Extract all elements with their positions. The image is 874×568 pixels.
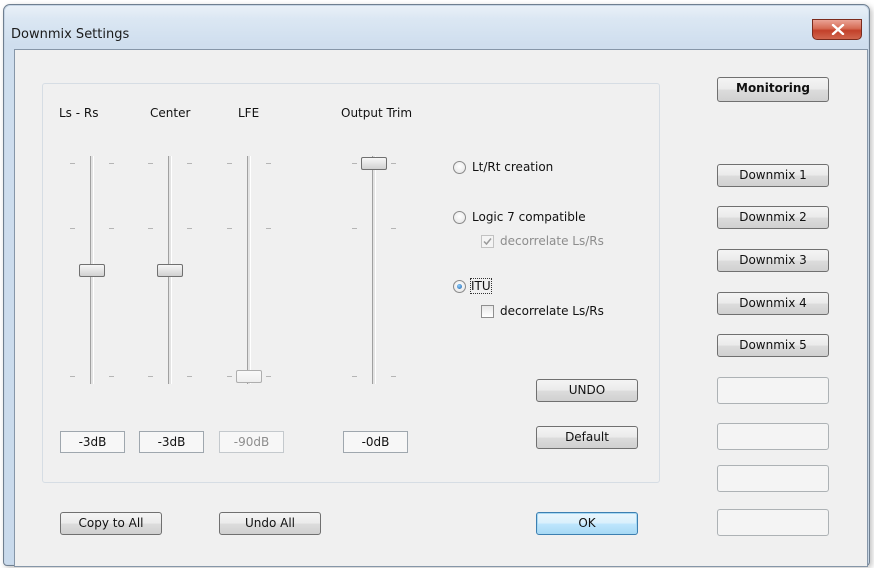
copy-to-all-button[interactable]: Copy to All [60,512,162,535]
itu-radio[interactable] [453,280,466,293]
lfe-slider-tick [227,376,232,377]
checkmark-icon [483,238,492,246]
center-slider-tick [187,376,192,377]
ls-rs-slider-tick [70,228,75,229]
output-trim-slider-thumb[interactable] [361,157,387,170]
output-trim-slider-tick [352,228,357,229]
preset-button-2[interactable]: Downmix 2 [717,206,829,229]
close-x-icon [831,24,845,35]
ls-rs-slider-tick [109,163,114,164]
logic7-label: Logic 7 compatible [472,210,586,224]
lt-rt-label: Lt/Rt creation [472,160,554,174]
slider-label-ls-rs: Ls - Rs [59,106,99,120]
settings-group [42,83,660,483]
center-slider-tick [148,228,153,229]
logic7-decorrelate-checkbox[interactable] [481,235,494,248]
preset-button-4[interactable]: Downmix 4 [717,292,829,315]
ls-rs-slider-tick [109,228,114,229]
ls-rs-slider-tick [70,376,75,377]
lt-rt-radio[interactable] [453,161,466,174]
lfe-slider-tick [227,228,232,229]
ls-rs-slider-tick [109,376,114,377]
output-trim-slider-tick [391,376,396,377]
center-slider-tick [187,163,192,164]
empty-preset-slot [717,377,829,404]
close-button[interactable] [812,19,862,40]
slider-label-output-trim: Output Trim [341,106,413,120]
itu-decorrelate-label: decorrelate Ls/Rs [500,304,604,318]
output-trim-slider-tick [391,228,396,229]
output-trim-slider-tick [391,163,396,164]
output-trim-value: -0dB [343,431,408,453]
ls-rs-slider-thumb[interactable] [79,264,105,277]
logic7-decorrelate-label: decorrelate Ls/Rs [500,234,604,248]
monitoring-button[interactable]: Monitoring [717,77,829,102]
lfe-slider-tick [266,376,271,377]
downmix-settings-window: Downmix Settings Ls - Rs Center LFE Outp… [3,4,870,567]
slider-label-center: Center [150,106,191,120]
center-slider-tick [148,376,153,377]
lfe-slider-thumb [236,370,262,383]
lfe-slider-tick [227,163,232,164]
center-value: -3dB [139,431,204,453]
ls-rs-value: -3dB [60,431,125,453]
ls-rs-slider-tick [70,163,75,164]
undo-button[interactable]: UNDO [536,379,638,402]
output-trim-slider-tick [352,376,357,377]
itu-label: ITU [470,278,492,294]
undo-all-button[interactable]: Undo All [219,512,321,535]
dialog-client-area: Ls - Rs Center LFE Output Trim -3dB -3dB… [14,49,868,567]
empty-preset-slot [717,423,829,450]
lfe-slider-tick [266,163,271,164]
window-title: Downmix Settings [11,27,130,42]
center-slider-tick [148,163,153,164]
output-trim-slider-track[interactable] [372,156,376,384]
lfe-value: -90dB [219,431,284,453]
preset-button-5[interactable]: Downmix 5 [717,334,829,357]
empty-preset-slot [717,509,829,536]
itu-decorrelate-checkbox[interactable] [481,305,494,318]
empty-preset-slot [717,465,829,492]
preset-button-3[interactable]: Downmix 3 [717,249,829,272]
lfe-slider-track[interactable] [247,156,251,384]
ok-button[interactable]: OK [536,512,638,535]
slider-label-lfe: LFE [238,106,260,120]
center-slider-tick [187,228,192,229]
output-trim-slider-tick [352,163,357,164]
center-slider-thumb[interactable] [157,264,183,277]
lfe-slider-tick [266,228,271,229]
preset-button-1[interactable]: Downmix 1 [717,164,829,187]
default-button[interactable]: Default [536,426,638,449]
logic7-radio[interactable] [453,211,466,224]
